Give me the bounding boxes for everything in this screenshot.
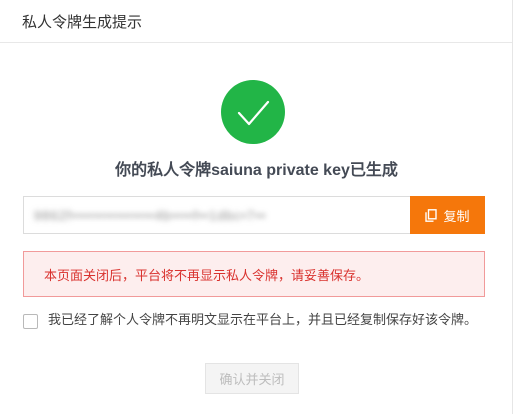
warning-text: 本页面关闭后，平台将不再显示私人令牌，请妥善保存。 bbox=[44, 267, 370, 283]
confirm-label: 我已经了解个人令牌不再明文显示在平台上，并且已经复制保存好该令牌。 bbox=[48, 312, 478, 327]
dialog-header: 私人令牌生成提示 bbox=[0, 0, 512, 43]
copy-button[interactable]: 复制 bbox=[410, 196, 485, 234]
confirm-close-button[interactable]: 确认并关闭 bbox=[205, 363, 299, 394]
warning-alert: 本页面关闭后，平台将不再显示私人令牌，请妥善保存。 bbox=[23, 251, 485, 297]
confirm-row: 我已经了解个人令牌不再明文显示在平台上，并且已经复制保存好该令牌。 bbox=[23, 312, 489, 329]
dialog-title: 私人令牌生成提示 bbox=[22, 13, 143, 31]
confirm-checkbox[interactable] bbox=[23, 314, 38, 329]
private-key-field[interactable]: 9862f•••••••••••••••4b••••f••1dbc•7•• bbox=[23, 196, 410, 234]
private-key-value: 9862f•••••••••••••••4b••••f••1dbc•7•• bbox=[34, 207, 267, 223]
copy-icon bbox=[425, 208, 438, 222]
copy-button-label: 复制 bbox=[443, 208, 470, 224]
token-dialog: 私人令牌生成提示 你的私人令牌saiuna private key已生成 986… bbox=[0, 0, 513, 414]
key-row: 9862f•••••••••••••••4b••••f••1dbc•7•• 复制 bbox=[23, 196, 485, 234]
success-heading: 你的私人令牌saiuna private key已生成 bbox=[115, 162, 398, 179]
check-circle-icon bbox=[221, 80, 285, 144]
